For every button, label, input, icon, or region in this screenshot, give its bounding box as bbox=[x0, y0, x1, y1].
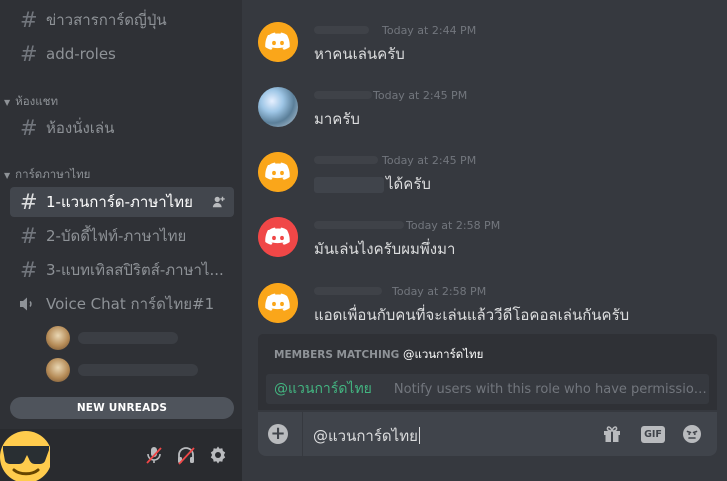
message-composer: + @แวนการ์ดไทย GIF bbox=[258, 412, 717, 456]
user-panel bbox=[0, 429, 242, 481]
channel-vanguard-thai[interactable]: # 1-แวนการ์ด-ภาษาไทย bbox=[10, 187, 234, 217]
message-input-value: @แวนการ์ดไทย bbox=[313, 427, 418, 445]
autocomplete-header-label: MEMBERS MATCHING bbox=[274, 349, 400, 361]
message-timestamp: Today at 2:58 PM bbox=[406, 219, 501, 232]
channel-japan-news[interactable]: # ข่าวสารการ์ดญี่ปุ่น bbox=[10, 5, 234, 35]
autocomplete-query: @แวนการ์ดไทย bbox=[402, 347, 484, 361]
role-description: Notify users with this role who have per… bbox=[393, 381, 709, 397]
username-redacted bbox=[314, 91, 372, 99]
channel-label: 3-แบทเทิลสปิริตส์-ภาษาไ... bbox=[46, 261, 224, 279]
message-text: มาครับ bbox=[314, 110, 360, 128]
text-channel-icon: # bbox=[20, 115, 38, 140]
message-timestamp: Today at 2:45 PM bbox=[373, 89, 468, 102]
mention-redacted bbox=[314, 176, 384, 193]
message-timestamp: Today at 2:58 PM bbox=[392, 285, 487, 298]
autocomplete-role-option[interactable]: @แวนการ์ดไทย Notify users with this role… bbox=[266, 374, 709, 404]
text-channel-icon: # bbox=[20, 189, 38, 214]
channel-add-roles[interactable]: # add-roles bbox=[10, 39, 234, 69]
gif-button[interactable]: GIF bbox=[641, 426, 665, 443]
voice-user[interactable] bbox=[46, 325, 178, 351]
avatar bbox=[46, 358, 70, 382]
text-channel-icon: # bbox=[20, 257, 38, 282]
message-input[interactable]: @แวนการ์ดไทย bbox=[313, 424, 420, 448]
channel-label: 2-บัดดี้ไฟท์-ภาษาไทย bbox=[46, 227, 187, 245]
gift-icon[interactable] bbox=[602, 424, 622, 444]
voice-channel-1[interactable]: Voice Chat การ์ดไทย#1 bbox=[10, 290, 234, 318]
mute-mic-icon[interactable] bbox=[144, 445, 164, 465]
message-text-body: ได้ครับ bbox=[386, 175, 431, 193]
channel-label: ห้องนั่งเล่น bbox=[46, 119, 115, 137]
discord-default-avatar[interactable] bbox=[258, 152, 298, 192]
avatar bbox=[46, 326, 70, 350]
channel-label: add-roles bbox=[46, 45, 116, 63]
mention-autocomplete: MEMBERS MATCHING @แวนการ์ดไทย @แวนการ์ดไ… bbox=[258, 334, 717, 410]
category-label: การ์ดภาษาไทย bbox=[15, 167, 91, 181]
username-redacted bbox=[314, 287, 382, 295]
channel-sidebar: # ข่าวสารการ์ดญี่ปุ่น # add-roles ▼ ห้อง… bbox=[0, 0, 242, 481]
new-unreads-pill[interactable]: NEW UNREADS bbox=[10, 397, 234, 419]
message-text: มันเล่นไงครับผมพึ่งมา bbox=[314, 240, 456, 258]
voice-user[interactable] bbox=[46, 357, 198, 383]
channel-label: ข่าวสารการ์ดญี่ปุ่น bbox=[46, 11, 167, 29]
message-timestamp: Today at 2:44 PM bbox=[382, 24, 477, 37]
username-redacted bbox=[314, 221, 404, 229]
autocomplete-header: MEMBERS MATCHING @แวนการ์ดไทย bbox=[274, 346, 483, 364]
chevron-down-icon: ▼ bbox=[4, 97, 11, 107]
settings-gear-icon[interactable] bbox=[208, 445, 228, 465]
username-redacted bbox=[314, 26, 369, 34]
text-channel-icon: # bbox=[20, 7, 38, 32]
message-text: ได้ครับ bbox=[314, 172, 431, 196]
speaker-icon bbox=[20, 297, 32, 311]
add-member-icon[interactable] bbox=[212, 195, 226, 209]
category-chat[interactable]: ▼ ห้องแชท bbox=[4, 93, 58, 111]
discord-default-avatar[interactable] bbox=[258, 22, 298, 62]
user-photo-avatar[interactable] bbox=[258, 87, 298, 127]
chevron-down-icon: ▼ bbox=[4, 170, 11, 180]
voice-channel-label: Voice Chat การ์ดไทย#1 bbox=[46, 295, 215, 313]
message-timestamp: Today at 2:45 PM bbox=[382, 154, 477, 167]
upload-plus-button[interactable]: + bbox=[268, 424, 288, 444]
username-redacted bbox=[314, 156, 378, 164]
channel-lounge[interactable]: # ห้องนั่งเล่น bbox=[10, 113, 234, 143]
text-channel-icon: # bbox=[20, 223, 38, 248]
role-mention: @แวนการ์ดไทย bbox=[274, 381, 372, 397]
message-text: แอดเพื่อนกับคนที่จะเล่นแล้ววีดีโอคอลเล่น… bbox=[314, 306, 630, 324]
username-redacted bbox=[78, 364, 198, 376]
composer-divider bbox=[302, 412, 303, 456]
emoji-picker-icon[interactable] bbox=[682, 424, 702, 444]
sunglasses-emoji-avatar[interactable] bbox=[0, 429, 50, 481]
category-label: ห้องแชท bbox=[15, 94, 59, 108]
channel-label: 1-แวนการ์ด-ภาษาไทย bbox=[46, 193, 193, 211]
text-channel-icon: # bbox=[20, 41, 38, 66]
text-caret bbox=[418, 427, 420, 444]
discord-default-avatar[interactable] bbox=[258, 217, 298, 257]
category-thai-cards[interactable]: ▼ การ์ดภาษาไทย bbox=[4, 166, 90, 184]
discord-app: # ข่าวสารการ์ดญี่ปุ่น # add-roles ▼ ห้อง… bbox=[0, 0, 727, 481]
discord-default-avatar[interactable] bbox=[258, 283, 298, 323]
deafen-icon[interactable] bbox=[176, 445, 196, 465]
username-redacted bbox=[78, 332, 178, 344]
channel-battle-spirits-thai[interactable]: # 3-แบทเทิลสปิริตส์-ภาษาไ... bbox=[10, 255, 234, 285]
message-text: หาคนเล่นครับ bbox=[314, 45, 405, 63]
channel-buddyfight-thai[interactable]: # 2-บัดดี้ไฟท์-ภาษาไทย bbox=[10, 221, 234, 251]
